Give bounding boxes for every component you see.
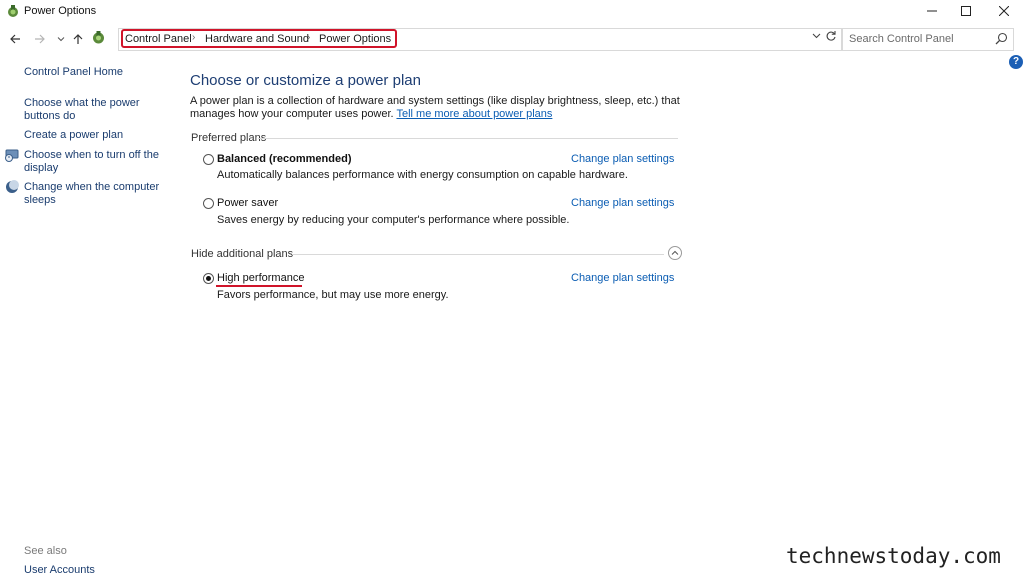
maximize-icon <box>961 6 971 16</box>
user-accounts-link[interactable]: User Accounts <box>24 564 95 576</box>
display-icon <box>5 149 19 162</box>
left-pane: Control Panel Home Choose what the power… <box>0 56 170 576</box>
collapse-plans-button[interactable] <box>668 246 682 260</box>
address-dropdown-button[interactable] <box>812 31 821 43</box>
window-title: Power Options <box>24 5 97 17</box>
control-panel-icon <box>93 31 104 44</box>
chevron-down-icon <box>57 37 65 42</box>
close-button[interactable] <box>987 0 1021 22</box>
power-saver-plan-description: Saves energy by reducing your computer's… <box>217 214 570 226</box>
high-performance-change-settings-link[interactable]: Change plan settings <box>571 272 674 284</box>
page-title: Choose or customize a power plan <box>190 72 421 89</box>
power-buttons-link[interactable]: Choose what the power buttons do <box>24 97 144 123</box>
refresh-button[interactable] <box>825 30 837 45</box>
high-performance-radio[interactable] <box>203 273 214 284</box>
back-arrow-icon <box>10 34 20 44</box>
watermark: technewstoday.com <box>786 544 1001 568</box>
minimize-button[interactable] <box>915 0 949 22</box>
up-arrow-icon <box>73 34 83 44</box>
maximize-button[interactable] <box>949 0 983 22</box>
title-bar: Power Options <box>0 0 1024 24</box>
back-button[interactable] <box>7 31 23 47</box>
create-power-plan-link[interactable]: Create a power plan <box>24 129 164 142</box>
sleep-moon-icon <box>6 180 19 193</box>
refresh-icon <box>826 31 836 41</box>
balanced-plan-description: Automatically balances performance with … <box>217 169 628 181</box>
power-saver-plan-name[interactable]: Power saver <box>217 197 278 209</box>
recent-locations-button[interactable] <box>53 31 69 47</box>
breadcrumb-hardware-and-sound[interactable]: Hardware and Sound <box>205 33 309 45</box>
search-placeholder: Search Control Panel <box>849 33 954 45</box>
close-icon <box>999 6 1009 16</box>
forward-button[interactable] <box>32 31 48 47</box>
breadcrumb-separator[interactable]: › <box>192 32 195 43</box>
high-performance-plan-name[interactable]: High performance <box>217 272 304 284</box>
power-plans-help-link[interactable]: Tell me more about power plans <box>396 108 552 120</box>
hide-additional-plans-heading[interactable]: Hide additional plans <box>191 248 293 260</box>
search-input[interactable]: Search Control Panel <box>842 28 1014 51</box>
address-bar[interactable]: Control Panel › Hardware and Sound › Pow… <box>118 28 842 51</box>
control-panel-home-link[interactable]: Control Panel Home <box>24 66 164 79</box>
turn-off-display-link[interactable]: Choose when to turn off the display <box>24 149 164 175</box>
power-options-icon <box>8 5 18 17</box>
up-button[interactable] <box>70 31 86 47</box>
navigation-bar: Control Panel › Hardware and Sound › Pow… <box>0 24 1024 54</box>
power-saver-change-settings-link[interactable]: Change plan settings <box>571 197 674 209</box>
high-performance-underline <box>216 285 302 287</box>
chevron-up-icon <box>671 250 679 255</box>
balanced-change-settings-link[interactable]: Change plan settings <box>571 153 674 165</box>
see-also-label: See also <box>24 545 67 557</box>
balanced-radio[interactable] <box>203 154 214 165</box>
forward-arrow-icon <box>35 34 45 44</box>
balanced-plan-name[interactable]: Balanced (recommended) <box>217 153 351 165</box>
divider <box>258 138 678 139</box>
divider <box>292 254 664 255</box>
power-saver-radio[interactable] <box>203 198 214 209</box>
breadcrumb-power-options[interactable]: Power Options <box>319 33 391 45</box>
minimize-icon <box>927 10 937 12</box>
breadcrumb-control-panel[interactable]: Control Panel <box>125 33 192 45</box>
computer-sleeps-link[interactable]: Change when the computer sleeps <box>24 181 164 207</box>
help-icon[interactable]: ? <box>1009 55 1023 69</box>
breadcrumb-separator[interactable]: › <box>307 32 310 43</box>
page-description: A power plan is a collection of hardware… <box>190 95 700 121</box>
high-performance-plan-description: Favors performance, but may use more ene… <box>217 289 449 301</box>
search-icon[interactable] <box>995 32 1008 45</box>
preferred-plans-heading: Preferred plans <box>191 132 267 144</box>
chevron-down-icon <box>812 33 821 39</box>
